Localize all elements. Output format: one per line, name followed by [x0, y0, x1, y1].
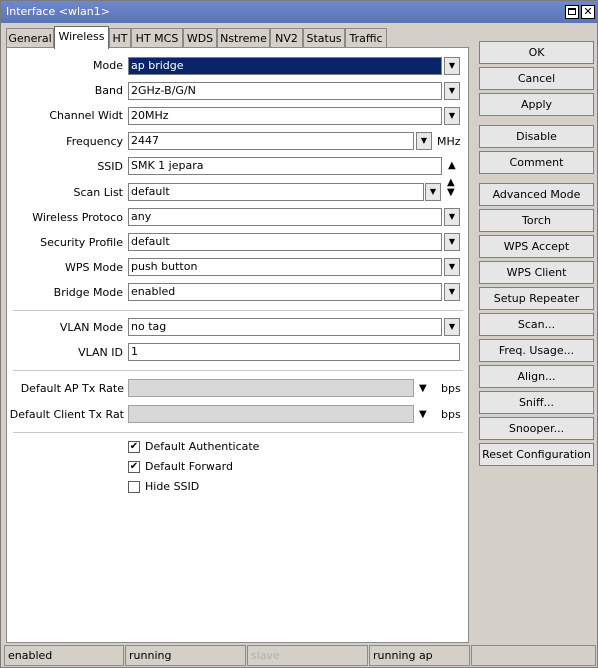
ssid-label: SSID [97, 160, 123, 173]
security-profile-dropdown-icon[interactable]: ▼ [444, 233, 460, 251]
bridge-mode-label: Bridge Mode [53, 286, 123, 299]
default-client-tx-rate-label: Default Client Tx Rat [9, 408, 124, 421]
tab-status[interactable]: Status [303, 28, 345, 48]
scan-list-field[interactable]: default [128, 183, 424, 201]
frequency-unit: MHz [437, 135, 461, 148]
default-authenticate-label: Default Authenticate [145, 440, 260, 453]
scan-button[interactable]: Scan... [479, 313, 594, 336]
wps-accept-button[interactable]: WPS Accept [479, 235, 594, 258]
collapse-arrow-icon[interactable]: ▲ [448, 158, 456, 174]
status-empty [471, 645, 596, 666]
tab-general[interactable]: General [6, 28, 54, 48]
mode-label: Mode [93, 59, 123, 72]
wireless-protocol-label: Wireless Protoco [32, 211, 123, 224]
wps-mode-label: WPS Mode [65, 261, 123, 274]
maximize-icon[interactable] [565, 5, 579, 19]
status-running: running [125, 645, 246, 666]
vlan-id-label: VLAN ID [78, 346, 123, 359]
security-profile-field[interactable]: default [128, 233, 442, 251]
scan-list-dropdown-icon[interactable]: ▼ [425, 183, 441, 201]
title-bar: Interface <wlan1> ✕ [1, 1, 597, 23]
band-dropdown-icon[interactable]: ▼ [444, 82, 460, 100]
default-ap-tx-rate-label: Default AP Tx Rate [20, 382, 124, 395]
hide-ssid-checkbox[interactable] [128, 481, 140, 493]
default-forward-label: Default Forward [145, 460, 233, 473]
default-client-tx-rate-dropdown-icon[interactable]: ▼ [419, 407, 427, 423]
reset-configuration-button[interactable]: Reset Configuration [479, 443, 594, 466]
ssid-field[interactable]: SMK 1 jepara [128, 157, 442, 175]
close-icon[interactable]: ✕ [581, 5, 595, 19]
advanced-mode-button[interactable]: Advanced Mode [479, 183, 594, 206]
separator [13, 370, 463, 371]
wireless-protocol-dropdown-icon[interactable]: ▼ [444, 208, 460, 226]
wireless-protocol-field[interactable]: any [128, 208, 442, 226]
disable-button[interactable]: Disable [479, 125, 594, 148]
status-slave: slave [247, 645, 368, 666]
window-title: Interface <wlan1> [6, 5, 110, 18]
default-authenticate-checkbox[interactable]: ✔ [128, 441, 140, 453]
channel-width-dropdown-icon[interactable]: ▼ [444, 107, 460, 125]
vlan-mode-field[interactable]: no tag [128, 318, 442, 336]
vlan-mode-dropdown-icon[interactable]: ▼ [444, 318, 460, 336]
ok-button[interactable]: OK [479, 41, 594, 64]
setup-repeater-button[interactable]: Setup Repeater [479, 287, 594, 310]
comment-button[interactable]: Comment [479, 151, 594, 174]
channel-width-field[interactable]: 20MHz [128, 107, 442, 125]
frequency-field[interactable]: 2447 [128, 132, 414, 150]
status-running-ap: running ap [369, 645, 470, 666]
tab-nv2[interactable]: NV2 [270, 28, 303, 48]
status-enabled: enabled [4, 645, 124, 666]
wireless-panel: Mode ap bridge ▼ Band 2GHz-B/G/N ▼ Chann… [6, 47, 469, 643]
apply-button[interactable]: Apply [479, 93, 594, 116]
band-field[interactable]: 2GHz-B/G/N [128, 82, 442, 100]
security-profile-label: Security Profile [40, 236, 123, 249]
bridge-mode-dropdown-icon[interactable]: ▼ [444, 283, 460, 301]
tab-wireless[interactable]: Wireless [54, 26, 109, 49]
align-button[interactable]: Align... [479, 365, 594, 388]
bridge-mode-field[interactable]: enabled [128, 283, 442, 301]
freq-usage-button[interactable]: Freq. Usage... [479, 339, 594, 362]
scan-list-label: Scan List [73, 186, 123, 199]
channel-width-label: Channel Widt [49, 109, 123, 122]
torch-button[interactable]: Torch [479, 209, 594, 232]
frequency-dropdown-icon[interactable]: ▼ [416, 132, 432, 150]
band-label: Band [94, 84, 123, 97]
vlan-mode-label: VLAN Mode [59, 321, 123, 334]
tab-ht-mcs[interactable]: HT MCS [131, 28, 183, 48]
mode-field[interactable]: ap bridge [128, 57, 442, 75]
default-client-tx-rate-unit: bps [441, 408, 461, 421]
default-ap-tx-rate-unit: bps [441, 382, 461, 395]
wps-client-button[interactable]: WPS Client [479, 261, 594, 284]
default-ap-tx-rate-dropdown-icon[interactable]: ▼ [419, 381, 427, 397]
hide-ssid-label: Hide SSID [145, 480, 200, 493]
wps-mode-dropdown-icon[interactable]: ▼ [444, 258, 460, 276]
separator [13, 432, 463, 433]
mode-dropdown-icon[interactable]: ▼ [444, 57, 460, 75]
vlan-id-field[interactable]: 1 [128, 343, 460, 361]
tab-ht[interactable]: HT [109, 28, 131, 48]
separator [13, 310, 463, 311]
default-client-tx-rate-field[interactable] [128, 405, 414, 423]
default-forward-checkbox[interactable]: ✔ [128, 461, 140, 473]
frequency-label: Frequency [66, 135, 123, 148]
tab-traffic[interactable]: Traffic [345, 28, 387, 48]
tab-wds[interactable]: WDS [183, 28, 217, 48]
scan-list-updown-icon[interactable]: ▲ ▼ [447, 178, 455, 198]
cancel-button[interactable]: Cancel [479, 67, 594, 90]
wps-mode-field[interactable]: push button [128, 258, 442, 276]
interface-window: Interface <wlan1> ✕ General Wireless HT … [0, 0, 598, 668]
tab-nstreme[interactable]: Nstreme [217, 28, 270, 48]
snooper-button[interactable]: Snooper... [479, 417, 594, 440]
sniff-button[interactable]: Sniff... [479, 391, 594, 414]
default-ap-tx-rate-field[interactable] [128, 379, 414, 397]
